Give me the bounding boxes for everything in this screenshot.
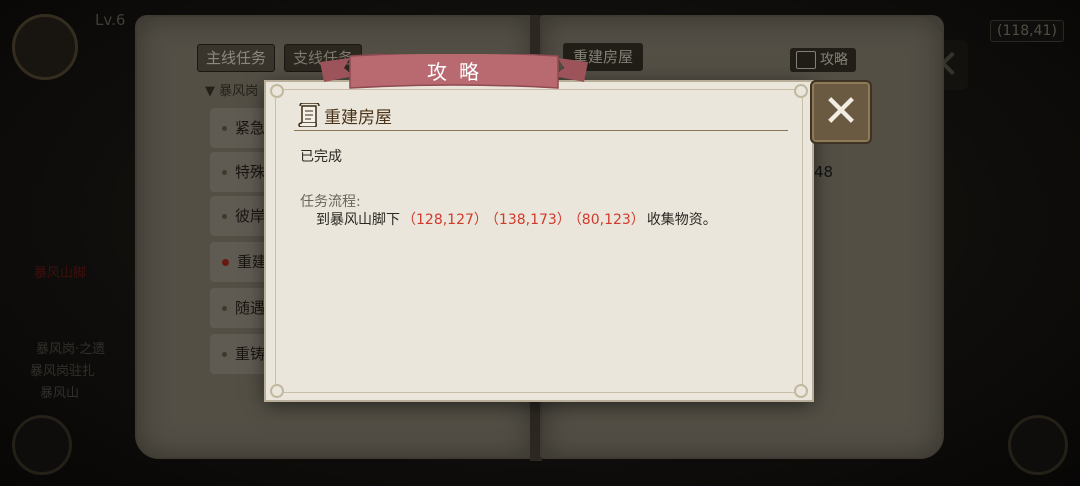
quest-status: 已完成 xyxy=(300,149,342,165)
flow-suffix: 收集物资。 xyxy=(646,212,717,228)
coord-link[interactable]: （138,173） xyxy=(492,212,571,228)
coord-link[interactable]: （128,127） xyxy=(402,212,488,228)
close-icon: ✕ xyxy=(822,86,860,137)
quest-flow-text: 到暴风山脚下 （128,127） （138,173） （80,123） 收集物资。 xyxy=(316,209,717,229)
coord-link[interactable]: （80,123） xyxy=(575,212,645,228)
quest-flow-label: 任务流程: xyxy=(300,194,361,210)
modal-title: 攻略 xyxy=(427,60,491,84)
corner-ornament xyxy=(794,384,808,398)
corner-ornament xyxy=(270,384,284,398)
corner-ornament xyxy=(270,84,284,98)
close-button[interactable]: ✕ xyxy=(810,80,872,144)
corner-ornament xyxy=(794,84,808,98)
modal-frame xyxy=(275,89,803,393)
heading-divider xyxy=(294,130,788,131)
quest-heading: 重建房屋 xyxy=(324,108,392,128)
flow-prefix: 到暴风山脚下 xyxy=(316,212,400,228)
